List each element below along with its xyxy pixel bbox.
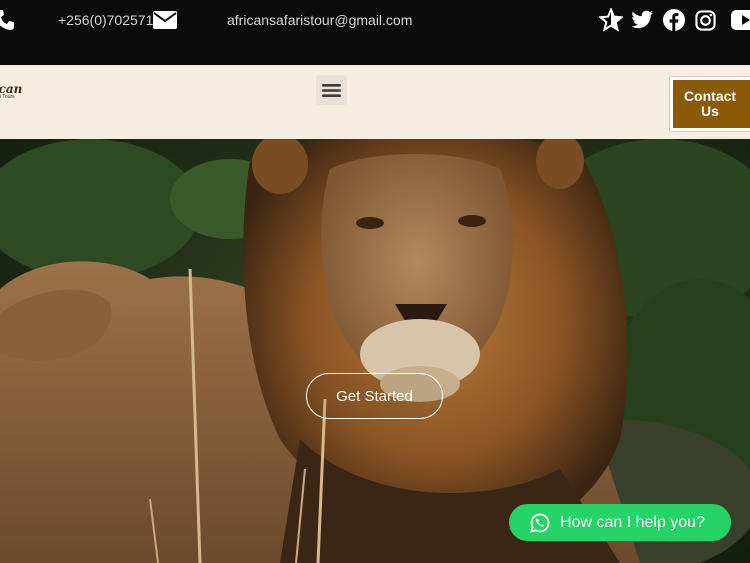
top-bar: +256(0)702571 africansafaristour@gmail.c… xyxy=(0,0,750,65)
youtube-icon[interactable] xyxy=(730,8,750,32)
hamburger-icon xyxy=(322,83,341,97)
star-icon[interactable] xyxy=(598,8,624,32)
whatsapp-chat-button[interactable]: How can I help you? xyxy=(509,504,731,541)
menu-toggle-button[interactable] xyxy=(316,75,347,105)
logo-subtext: i Tours xyxy=(0,94,15,100)
facebook-icon[interactable] xyxy=(662,8,686,32)
phone-icon[interactable] xyxy=(0,9,14,31)
lion-photo xyxy=(0,139,750,563)
email-address[interactable]: africansafaristour@gmail.com xyxy=(227,0,412,40)
site-header: ican i Tours Contact Us xyxy=(0,65,750,139)
twitter-icon[interactable] xyxy=(630,8,654,32)
whatsapp-chat-label: How can I help you? xyxy=(560,513,705,531)
hero-section: Get Started xyxy=(0,139,750,563)
envelope-icon[interactable] xyxy=(153,11,177,29)
phone-number[interactable]: +256(0)702571 xyxy=(58,0,153,40)
site-logo[interactable]: ican i Tours xyxy=(0,82,34,102)
get-started-button[interactable]: Get Started xyxy=(306,373,443,419)
instagram-icon[interactable] xyxy=(693,8,717,32)
whatsapp-icon xyxy=(530,513,550,533)
contact-us-button[interactable]: Contact Us xyxy=(670,77,750,131)
contact-us-label: Contact Us xyxy=(683,88,737,119)
